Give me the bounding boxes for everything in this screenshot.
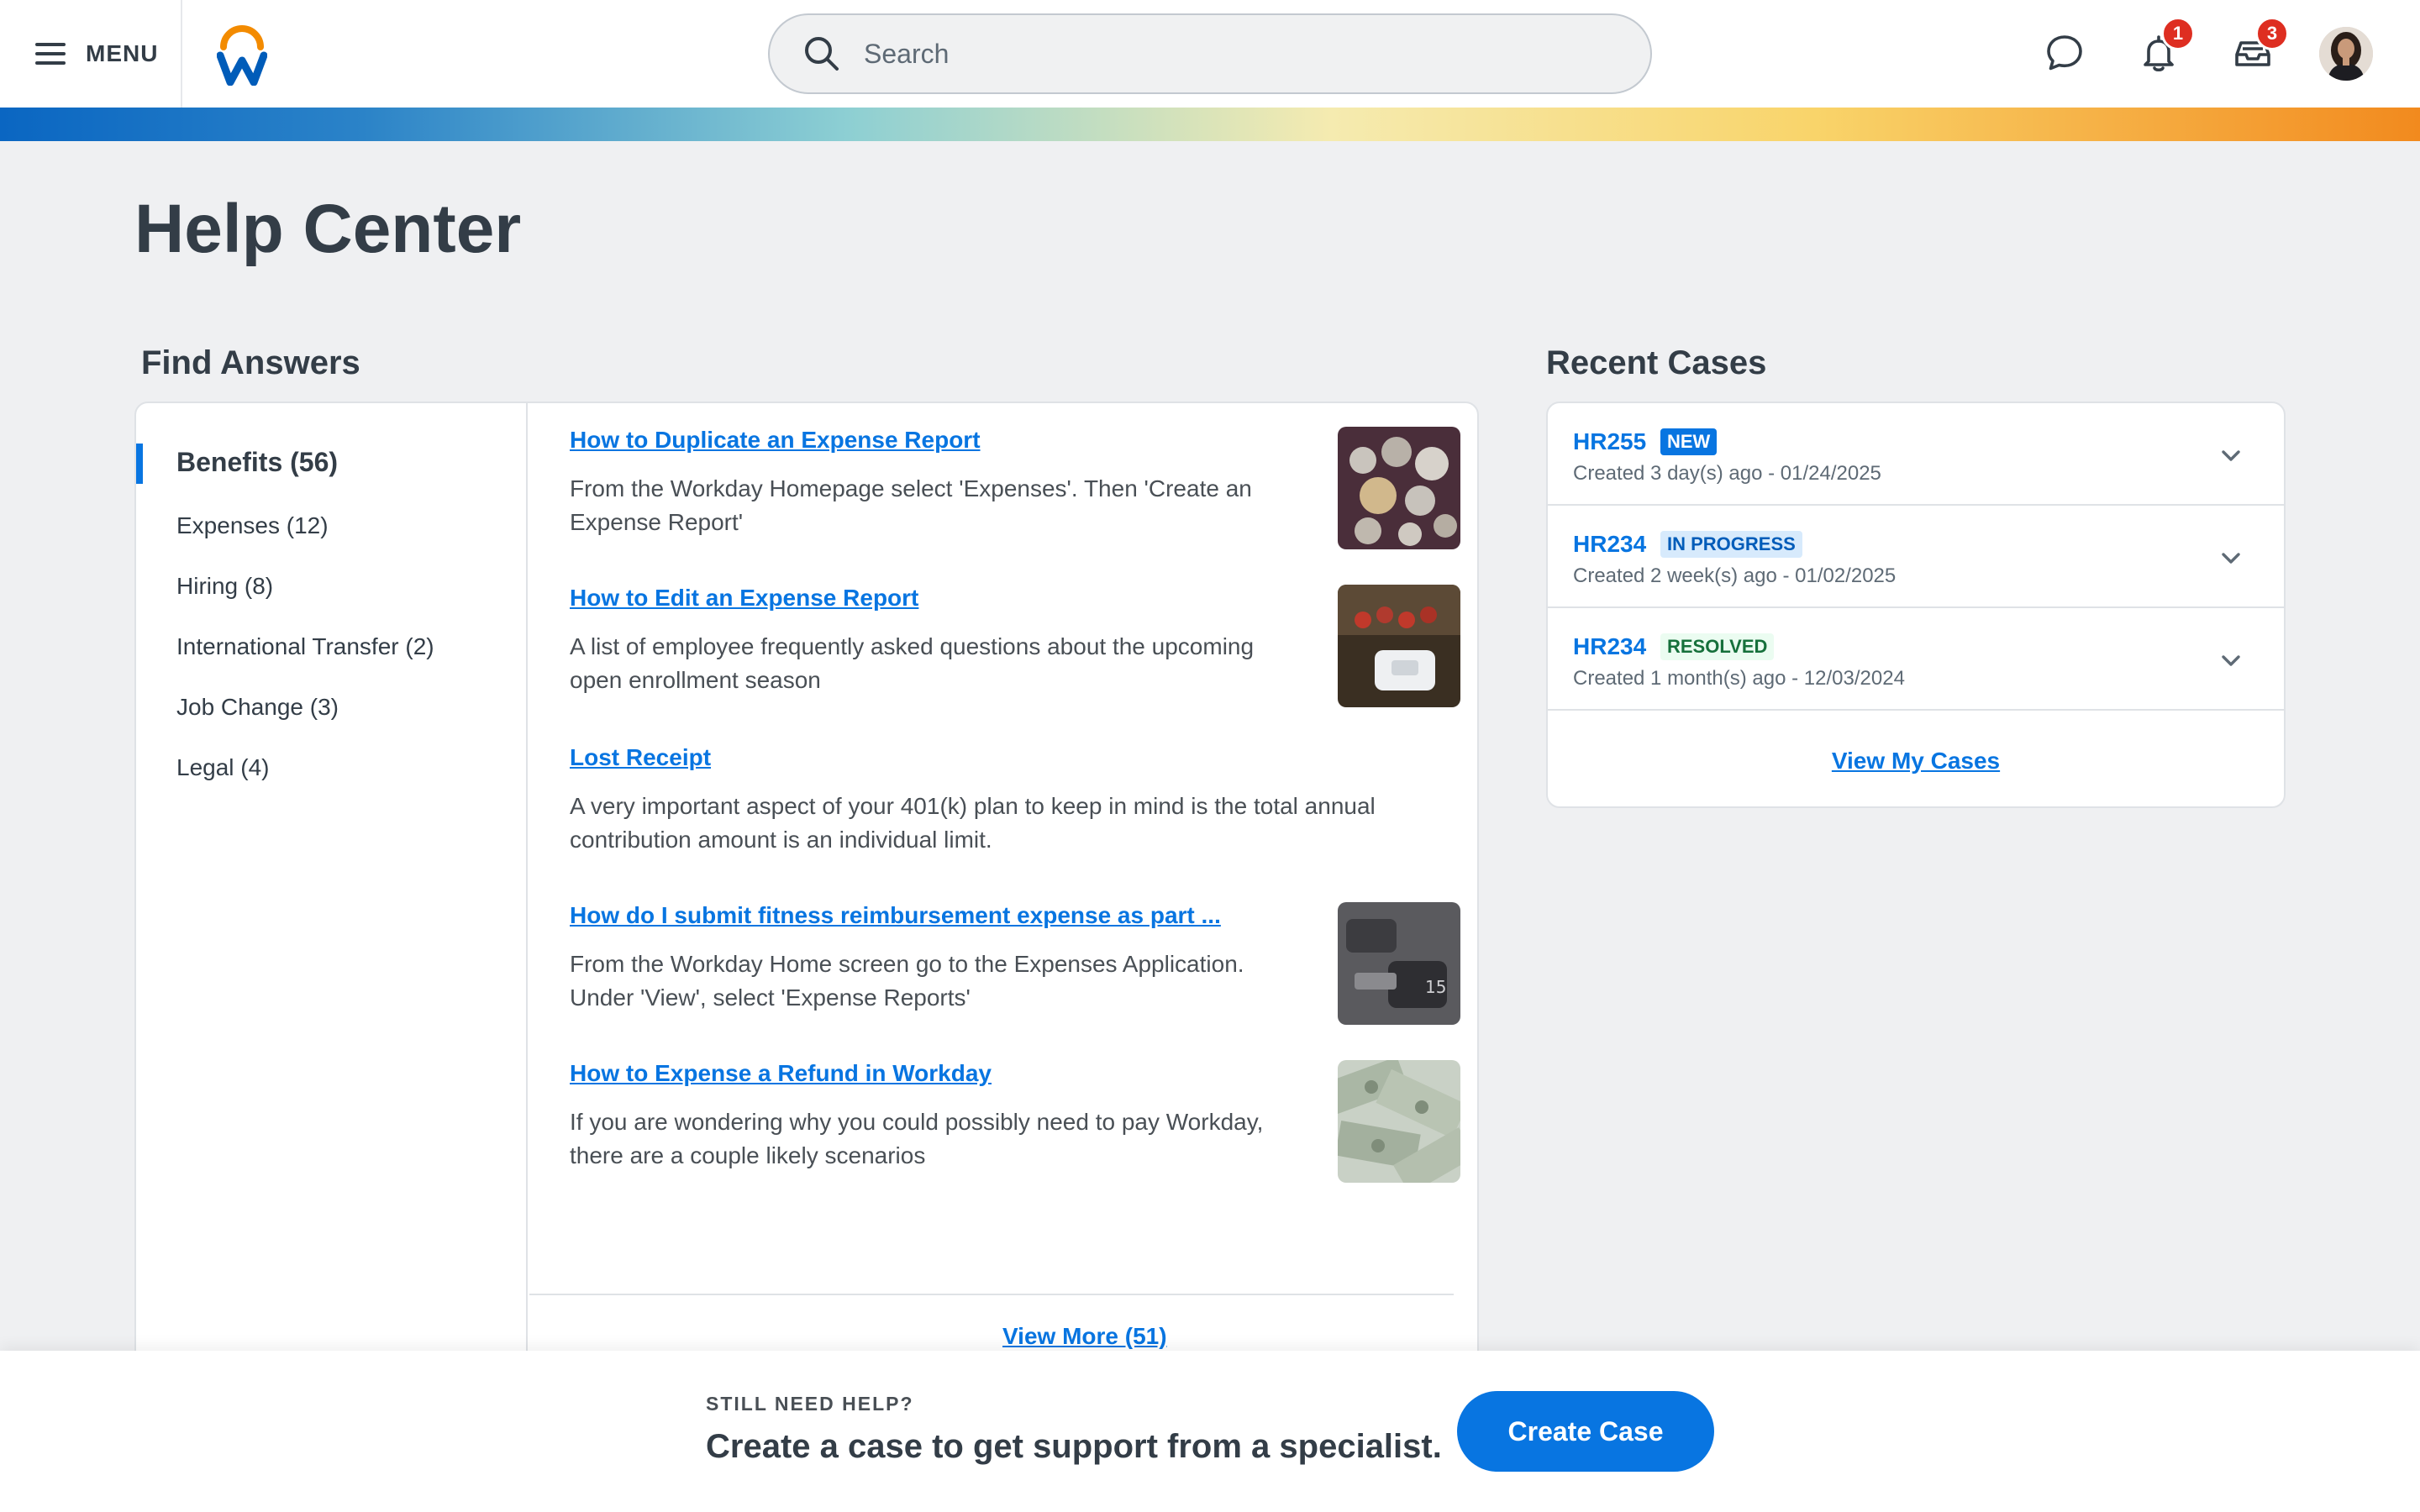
case-id: HR234 bbox=[1573, 531, 1647, 557]
article-thumbnail[interactable] bbox=[1338, 1060, 1460, 1183]
find-answers-card: Benefits (56) Expenses (12) Hiring (8) I… bbox=[134, 402, 1479, 1512]
footer-kicker: STILL NEED HELP? bbox=[706, 1393, 914, 1415]
category-legal[interactable]: Legal (4) bbox=[176, 754, 270, 781]
page-title: Help Center bbox=[134, 191, 522, 267]
menu-button[interactable]: MENU bbox=[34, 29, 158, 79]
article-link[interactable]: How do I submit fitness reimbursement ex… bbox=[570, 902, 1221, 929]
article-description: A very important aspect of your 401(k) p… bbox=[570, 793, 1376, 853]
case-status-badge: IN PROGRESS bbox=[1660, 531, 1802, 558]
inbox-badge: 3 bbox=[2255, 17, 2289, 50]
article-item: Lost Receipt A very important aspect of … bbox=[570, 744, 1460, 869]
search-bar[interactable] bbox=[768, 13, 1652, 94]
case-id: HR234 bbox=[1573, 633, 1647, 659]
case-meta: Created 3 day(s) ago - 01/24/2025 bbox=[1573, 462, 1881, 485]
coins-image-icon bbox=[1338, 427, 1460, 549]
create-case-button[interactable]: Create Case bbox=[1457, 1391, 1714, 1472]
case-row[interactable]: HR255 NEW Created 3 day(s) ago - 01/24/2… bbox=[1548, 403, 2284, 506]
category-expenses[interactable]: Expenses (12) bbox=[176, 512, 329, 539]
brand-gradient-bar bbox=[0, 108, 2420, 141]
dollar-bills-image-icon bbox=[1338, 1060, 1460, 1183]
svg-text:15: 15 bbox=[1425, 977, 1446, 997]
notifications-badge: 1 bbox=[2161, 17, 2195, 50]
view-more-link[interactable]: View More (51) bbox=[1002, 1323, 1167, 1350]
chevron-down-icon[interactable] bbox=[2217, 647, 2245, 675]
topbar-divider bbox=[181, 0, 182, 108]
category-benefits[interactable]: Benefits (56) bbox=[176, 447, 338, 478]
recent-cases-heading: Recent Cases bbox=[1546, 344, 1767, 381]
chevron-down-icon[interactable] bbox=[2217, 544, 2245, 573]
article-link[interactable]: How to Expense a Refund in Workday bbox=[570, 1060, 992, 1087]
chevron-down-icon[interactable] bbox=[2217, 442, 2245, 470]
top-navigation-bar: MENU 1 3 bbox=[0, 0, 2420, 108]
view-my-cases-link[interactable]: View My Cases bbox=[1548, 748, 2284, 774]
case-row[interactable]: HR234 RESOLVED Created 1 month(s) ago - … bbox=[1548, 608, 2284, 711]
article-thumbnail[interactable] bbox=[1338, 427, 1460, 549]
user-profile-photo-icon bbox=[2319, 27, 2373, 81]
article-thumbnail[interactable]: 15 bbox=[1338, 902, 1460, 1025]
chat-button[interactable] bbox=[2037, 25, 2092, 81]
workday-logo-icon[interactable] bbox=[217, 22, 267, 86]
category-hiring[interactable]: Hiring (8) bbox=[176, 573, 273, 600]
find-answers-heading: Find Answers bbox=[141, 344, 360, 381]
article-item: How to Expense a Refund in Workday If yo… bbox=[570, 1060, 1460, 1184]
category-list: Benefits (56) Expenses (12) Hiring (8) I… bbox=[136, 403, 528, 1510]
search-input[interactable] bbox=[864, 38, 1603, 70]
inbox-button[interactable]: 3 bbox=[2225, 17, 2289, 81]
notifications-button[interactable]: 1 bbox=[2131, 17, 2195, 81]
article-link[interactable]: Lost Receipt bbox=[570, 744, 711, 771]
article-link[interactable]: How to Duplicate an Expense Report bbox=[570, 427, 981, 454]
article-item: How to Duplicate an Expense Report From … bbox=[570, 427, 1460, 551]
article-description: If you are wondering why you could possi… bbox=[570, 1109, 1264, 1168]
article-item: How to Edit an Expense Report A list of … bbox=[570, 585, 1460, 709]
case-status-badge: RESOLVED bbox=[1660, 633, 1775, 660]
hamburger-icon bbox=[35, 43, 66, 65]
answers-divider bbox=[529, 1294, 1454, 1295]
chat-bubble-icon bbox=[2047, 35, 2082, 71]
case-meta: Created 2 week(s) ago - 01/02/2025 bbox=[1573, 564, 1897, 587]
case-row[interactable]: HR234 IN PROGRESS Created 2 week(s) ago … bbox=[1548, 506, 2284, 608]
case-status-badge: NEW bbox=[1660, 428, 1718, 455]
article-description: From the Workday Homepage select 'Expens… bbox=[570, 475, 1252, 535]
recent-cases-card: HR255 NEW Created 3 day(s) ago - 01/24/2… bbox=[1546, 402, 2286, 808]
dumbbell-image-icon: 15 bbox=[1338, 902, 1460, 1025]
user-avatar[interactable] bbox=[2319, 27, 2373, 81]
category-international-transfer[interactable]: International Transfer (2) bbox=[176, 633, 434, 660]
case-id: HR255 bbox=[1573, 428, 1647, 454]
card-reader-image-icon bbox=[1338, 585, 1460, 707]
article-thumbnail[interactable] bbox=[1338, 585, 1460, 707]
article-description: From the Workday Home screen go to the E… bbox=[570, 951, 1244, 1011]
case-meta: Created 1 month(s) ago - 12/03/2024 bbox=[1573, 667, 1905, 690]
article-description: A list of employee frequently asked ques… bbox=[570, 633, 1255, 693]
search-icon bbox=[805, 37, 839, 71]
menu-label: MENU bbox=[86, 40, 159, 66]
article-link[interactable]: How to Edit an Expense Report bbox=[570, 585, 918, 612]
active-category-indicator bbox=[136, 444, 143, 484]
article-item: How do I submit fitness reimbursement ex… bbox=[570, 902, 1460, 1026]
category-job-change[interactable]: Job Change (3) bbox=[176, 694, 339, 721]
footer-message: Create a case to get support from a spec… bbox=[706, 1428, 1442, 1465]
help-footer: STILL NEED HELP? Create a case to get su… bbox=[0, 1351, 2420, 1512]
